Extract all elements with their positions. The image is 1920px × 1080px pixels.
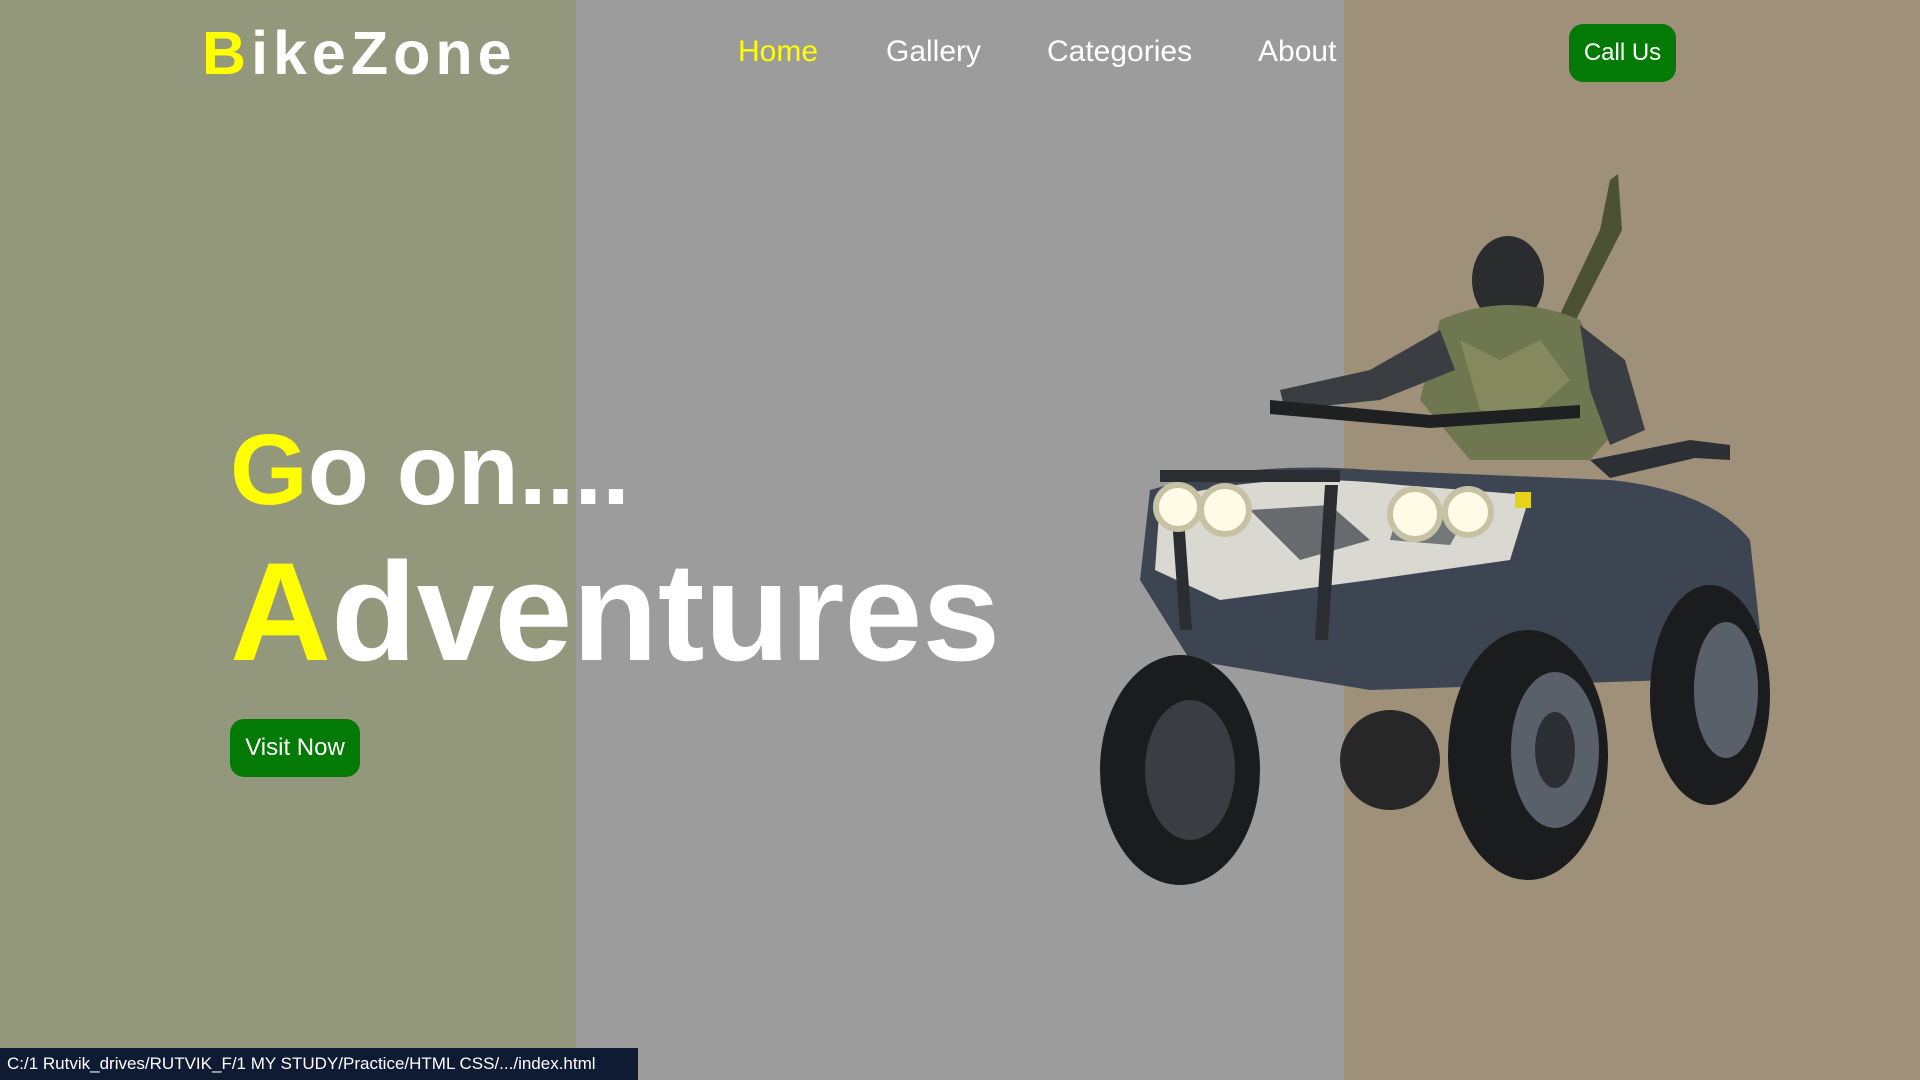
hero-line-1-rest: o on.... — [307, 414, 630, 526]
nav-link-categories[interactable]: Categories — [1047, 30, 1192, 74]
hero-line-2-initial: A — [230, 533, 332, 690]
headlight-4 — [1442, 486, 1494, 538]
visit-now-button[interactable]: Visit Now — [230, 719, 360, 777]
browser-status-bar: C:/1 Rutvik_drives/RUTVIK_F/1 MY STUDY/P… — [0, 1048, 638, 1080]
wheel-rear-left — [1340, 710, 1440, 810]
hero-heading-line-1: Go on.... — [230, 410, 630, 530]
nav-link-about[interactable]: About — [1258, 30, 1336, 74]
nav-link-gallery[interactable]: Gallery — [886, 30, 981, 74]
call-us-button[interactable]: Call Us — [1569, 24, 1676, 82]
hero-line-1-initial: G — [230, 414, 308, 526]
hero-line-2-rest: dventures — [331, 533, 1001, 690]
hero-heading-line-2: Adventures — [230, 532, 1000, 692]
nav-link-home[interactable]: Home — [738, 30, 818, 74]
headlight-1 — [1153, 482, 1203, 532]
headlight-2 — [1198, 483, 1252, 537]
atv-rider-image — [1100, 174, 1770, 885]
headlight-3 — [1387, 486, 1443, 542]
